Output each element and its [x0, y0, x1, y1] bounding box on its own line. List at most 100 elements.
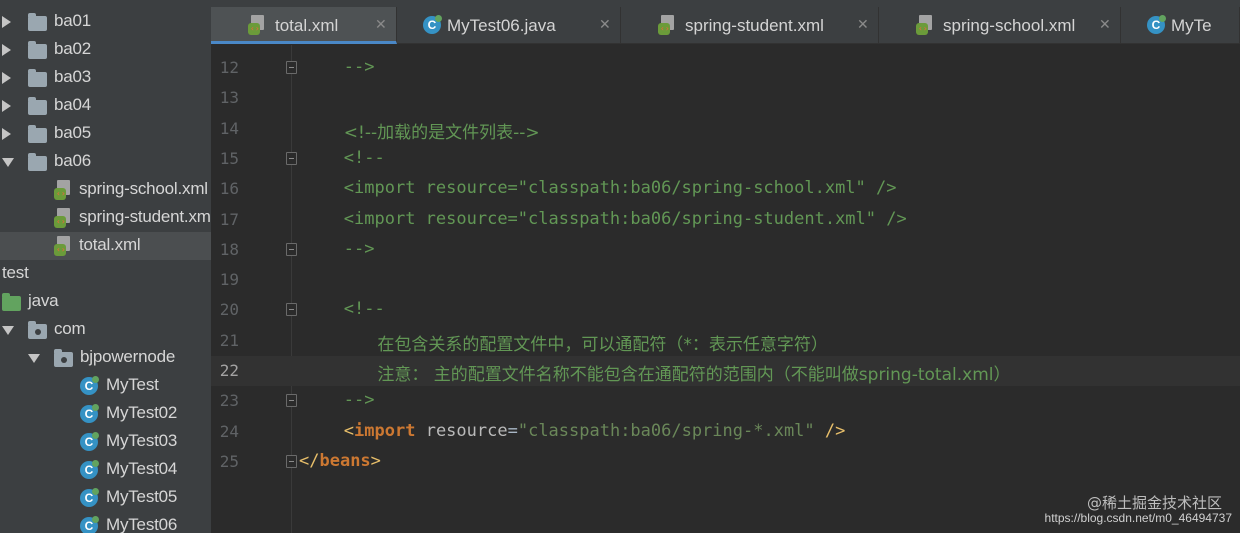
xml-file-icon: ‹›: [54, 208, 72, 228]
collapsed-arrow-icon[interactable]: [2, 72, 11, 84]
collapsed-arrow-icon[interactable]: [2, 44, 11, 56]
folder-icon: [2, 293, 21, 311]
fold-marker-icon[interactable]: [286, 151, 297, 165]
collapsed-arrow-icon[interactable]: [2, 128, 11, 140]
close-tab-icon[interactable]: ✕: [1099, 17, 1111, 33]
xml-file-icon: ‹›: [54, 180, 72, 200]
line-number: 15: [219, 148, 239, 168]
code-line-17[interactable]: 17 <import resource="classpath:ba06/sprin…: [211, 205, 1240, 235]
code-line-13[interactable]: 13: [211, 83, 1240, 113]
tree-item-ba06[interactable]: ba06: [0, 148, 211, 176]
code-token-comment: -->: [343, 390, 375, 411]
tree-item-mytest06[interactable]: C MyTest06: [0, 512, 211, 533]
tree-item-ba04[interactable]: ba04: [0, 92, 211, 120]
fold-marker-icon[interactable]: [286, 454, 297, 468]
code-token-comment: <import resource="classpath:ba06/spring-…: [343, 208, 907, 229]
code-line-12[interactable]: 12 -->: [211, 53, 1240, 83]
code-text: <import resource="classpath:ba06/spring-…: [344, 209, 907, 229]
folder-icon: [28, 13, 47, 31]
code-token-comment: 在包含关系的配置文件中，可以通配符（*：表示任意字符）: [377, 334, 828, 355]
collapsed-arrow-icon[interactable]: [2, 16, 11, 28]
tab-total-xml[interactable]: ‹› total.xml ✕: [211, 7, 397, 44]
tree-item-ba05[interactable]: ba05: [0, 120, 211, 148]
close-tab-icon[interactable]: ✕: [599, 17, 611, 33]
tree-item-ba01[interactable]: ba01: [0, 8, 211, 36]
tab-mytest06-java[interactable]: C MyTest06.java ✕: [397, 7, 621, 44]
code-line-19[interactable]: 19: [211, 265, 1240, 295]
line-number: 16: [219, 179, 239, 199]
tree-item-spring-school-xml[interactable]: ‹› spring-school.xml: [0, 176, 211, 204]
code-text: <import resource="classpath:ba06/spring-…: [344, 421, 846, 441]
code-editor[interactable]: 12 --> 13 14 <!--加载的是文件列表--> 15 <!-- 16 <import …: [211, 45, 1240, 533]
tree-item-ba02[interactable]: ba02: [0, 36, 211, 64]
tree-item-label: MyTest04: [106, 459, 178, 478]
code-line-15[interactable]: 15 <!--: [211, 144, 1240, 174]
code-line-23[interactable]: 23 -->: [211, 386, 1240, 416]
line-number: 24: [219, 421, 239, 441]
tree-item-label: java: [28, 291, 59, 310]
xml-file-icon: ‹›: [54, 236, 72, 256]
fold-marker-icon[interactable]: [286, 303, 297, 317]
code-line-20[interactable]: 20 <!--: [211, 295, 1240, 325]
code-token-plain: =: [507, 420, 518, 441]
line-number: 12: [219, 58, 239, 77]
tree-item-label: MyTest06: [106, 515, 178, 533]
tab-myte[interactable]: C MyTe: [1121, 7, 1240, 44]
tree-item-test[interactable]: test: [0, 260, 211, 288]
code-text: <import resource="classpath:ba06/spring-…: [344, 178, 897, 198]
java-class-icon: C: [80, 376, 99, 395]
fold-marker-icon[interactable]: [286, 61, 297, 74]
tree-item-mytest02[interactable]: C MyTest02: [0, 400, 211, 428]
line-number: 18: [219, 239, 239, 259]
tree-item-label: MyTest02: [106, 403, 178, 422]
tree-item-spring-student-xml[interactable]: ‹› spring-student.xml: [0, 204, 211, 232]
watermark-url: https://blog.csdn.net/m0_46494737: [1044, 511, 1232, 525]
expanded-arrow-icon[interactable]: [2, 326, 14, 335]
collapsed-arrow-icon[interactable]: [2, 100, 11, 112]
code-token-bracket: >: [370, 450, 381, 471]
line-number: 21: [219, 330, 239, 350]
code-line-21[interactable]: 21 在包含关系的配置文件中，可以通配符（*：表示任意字符）: [211, 326, 1240, 356]
tree-item-mytest05[interactable]: C MyTest05: [0, 484, 211, 512]
tree-item-bjpowernode[interactable]: bjpowernode: [0, 344, 211, 372]
code-text: -->: [344, 390, 375, 410]
tree-item-com[interactable]: com: [0, 316, 211, 344]
code-line-18[interactable]: 18 -->: [211, 235, 1240, 265]
tab-label: MyTe: [1171, 16, 1212, 35]
code-text: <!--加载的是文件列表-->: [344, 118, 540, 143]
package-icon: [28, 321, 47, 339]
code-text: 在包含关系的配置文件中，可以通配符（*：表示任意字符）: [377, 330, 828, 355]
code-line-24[interactable]: 24 <import resource="classpath:ba06/sprin…: [211, 417, 1240, 447]
code-line-22[interactable]: 22 注意： 主的配置文件名称不能包含在通配符的范围内（不能叫做spring-to…: [211, 356, 1240, 386]
java-class-icon: C: [1147, 15, 1166, 34]
expanded-arrow-icon[interactable]: [2, 158, 14, 167]
close-tab-icon[interactable]: ✕: [375, 17, 387, 33]
expanded-arrow-icon[interactable]: [28, 354, 40, 363]
tree-item-mytest04[interactable]: C MyTest04: [0, 456, 211, 484]
tree-item-ba03[interactable]: ba03: [0, 64, 211, 92]
tab-label: spring-school.xml: [943, 16, 1076, 35]
code-line-14[interactable]: 14 <!--加载的是文件列表-->: [211, 114, 1240, 144]
tab-spring-school-xml[interactable]: ‹› spring-school.xml ✕: [879, 7, 1121, 44]
project-tree: ba01 ba02 ba03 ba04 ba05 ba06 ‹› spring-school.…: [0, 0, 211, 533]
java-class-icon: C: [80, 488, 99, 507]
tree-item-mytest[interactable]: C MyTest: [0, 372, 211, 400]
tree-item-label: total.xml: [79, 235, 141, 254]
java-class-icon: C: [80, 432, 99, 451]
code-token-kw: beans: [319, 450, 371, 471]
java-class-icon: C: [80, 404, 99, 423]
code-text: -->: [344, 57, 375, 77]
code-line-16[interactable]: 16 <import resource="classpath:ba06/sprin…: [211, 174, 1240, 204]
code-token-comment: -->: [343, 238, 375, 259]
tree-item-label: MyTest: [106, 375, 159, 394]
fold-marker-icon[interactable]: [286, 394, 297, 408]
tree-item-label: spring-school.xml: [79, 179, 208, 198]
tree-item-total-xml[interactable]: ‹› total.xml: [0, 232, 211, 260]
fold-marker-icon[interactable]: [286, 242, 297, 256]
package-dot-icon: [35, 329, 41, 335]
close-tab-icon[interactable]: ✕: [857, 17, 869, 33]
tree-item-mytest03[interactable]: C MyTest03: [0, 428, 211, 456]
tab-spring-student-xml[interactable]: ‹› spring-student.xml ✕: [621, 7, 879, 44]
code-line-25[interactable]: 25 </beans>: [211, 447, 1240, 477]
tree-item-java[interactable]: java: [0, 288, 211, 316]
